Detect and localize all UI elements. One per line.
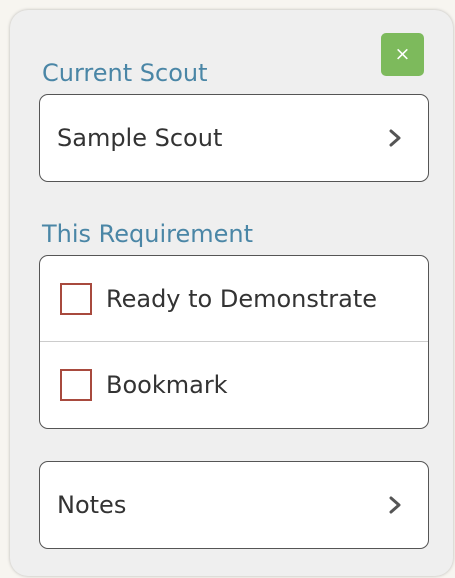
ready-to-demonstrate-option[interactable]: Ready to Demonstrate — [40, 256, 428, 342]
notes-card[interactable]: Notes — [39, 461, 429, 549]
bookmark-label: Bookmark — [106, 370, 228, 399]
ready-to-demonstrate-checkbox[interactable] — [60, 282, 92, 315]
current-scout-name: Sample Scout — [57, 123, 223, 152]
current-scout-row[interactable]: Sample Scout — [40, 95, 428, 180]
current-scout-heading: Current Scout — [42, 59, 208, 87]
current-scout-card[interactable]: Sample Scout — [39, 94, 429, 182]
ready-to-demonstrate-label: Ready to Demonstrate — [106, 284, 378, 313]
chevron-right-icon — [389, 129, 401, 146]
notes-label: Notes — [57, 490, 127, 519]
close-button[interactable]: × — [381, 33, 424, 76]
chevron-right-icon — [389, 496, 401, 513]
bookmark-checkbox[interactable] — [60, 368, 92, 401]
bookmark-option[interactable]: Bookmark — [40, 342, 428, 427]
scout-panel: × Current Scout Sample Scout This Requir… — [10, 10, 453, 576]
close-icon[interactable]: × — [395, 43, 411, 65]
this-requirement-heading: This Requirement — [42, 220, 254, 248]
requirement-options-card: Ready to Demonstrate Bookmark — [39, 255, 429, 429]
notes-row[interactable]: Notes — [40, 462, 428, 547]
